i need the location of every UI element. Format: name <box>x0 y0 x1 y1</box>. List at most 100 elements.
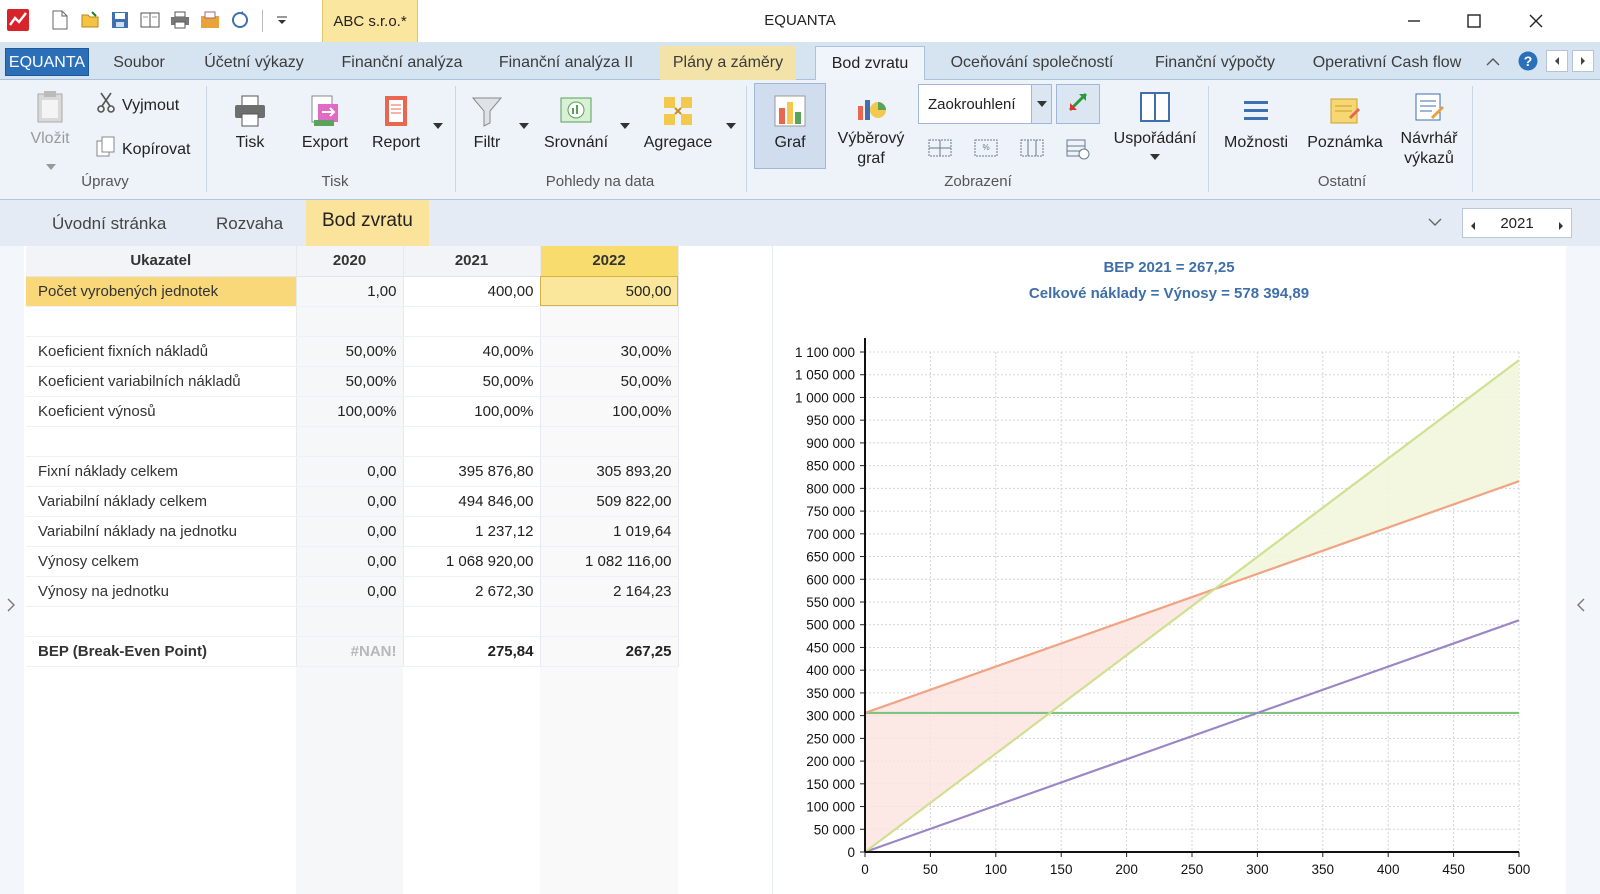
cell-value[interactable]: 100,00% <box>296 396 404 427</box>
row-label[interactable]: Variabilní náklady celkem <box>26 486 297 517</box>
cell-value[interactable]: 1 237,12 <box>403 516 541 547</box>
rounding-toggle-button[interactable] <box>1056 84 1100 124</box>
row-label[interactable]: Výnosy na jednotku <box>26 576 297 607</box>
help-icon[interactable]: ? <box>1518 51 1538 75</box>
tab-plany-a-zamery[interactable]: Plány a záměry <box>660 46 796 80</box>
header-2020[interactable]: 2020 <box>296 246 404 277</box>
cell-value[interactable]: 100,00% <box>540 396 679 427</box>
report-button[interactable]: Report <box>368 94 424 153</box>
cell-value[interactable]: 2 672,30 <box>403 576 541 607</box>
note-button[interactable]: Poznámka <box>1304 94 1386 153</box>
row-label[interactable]: Koeficient výnosů <box>26 396 297 427</box>
cell-value[interactable] <box>540 306 679 337</box>
table-row[interactable]: Variabilní náklady na jednotku 0,00 1 237,… <box>26 516 679 547</box>
rounding-dropdown[interactable] <box>1031 85 1051 123</box>
row-label[interactable]: Fixní náklady celkem <box>26 456 297 487</box>
cell-value[interactable]: 0,00 <box>296 516 404 547</box>
aggregate-button[interactable]: Agregace <box>640 94 716 153</box>
selective-chart-button[interactable]: Výběrový graf <box>836 90 906 169</box>
table-row[interactable] <box>26 606 679 637</box>
cell-value[interactable]: 1 019,64 <box>540 516 679 547</box>
cell-value[interactable]: 30,00% <box>540 336 679 367</box>
cell-value[interactable]: 1,00 <box>296 276 404 307</box>
row-label[interactable]: Koeficient variabilních nákladů <box>26 366 297 397</box>
cell-value[interactable]: 50,00% <box>540 366 679 397</box>
cell-value[interactable]: 50,00% <box>296 336 404 367</box>
tab-rozvaha[interactable]: Rozvaha <box>216 214 283 234</box>
table-row[interactable]: Koeficient variabilních nákladů 50,00% 50,… <box>26 366 679 397</box>
table-row[interactable]: Fixní náklady celkem 0,00 395 876,80 305 89… <box>26 456 679 487</box>
print-icon[interactable] <box>168 8 192 32</box>
export-icon[interactable] <box>198 8 222 32</box>
maximize-button[interactable] <box>1443 0 1505 42</box>
tab-financni-analyza[interactable]: Finanční analýza <box>330 46 474 80</box>
save-icon[interactable] <box>108 8 132 32</box>
cell-value[interactable]: 267,25 <box>540 636 679 667</box>
cell-value[interactable] <box>403 306 541 337</box>
table-row[interactable] <box>26 306 679 337</box>
cell-value[interactable] <box>296 306 404 337</box>
print-button[interactable]: Tisk <box>226 94 274 153</box>
report-dropdown-icon[interactable] <box>433 123 443 129</box>
cell-value[interactable]: 2 164,23 <box>540 576 679 607</box>
cell-value[interactable]: 0,00 <box>296 576 404 607</box>
tab-uvodni-stranka[interactable]: Úvodní stránka <box>52 214 166 234</box>
row-label[interactable]: Variabilní náklady na jednotku <box>26 516 297 547</box>
cell-value[interactable]: 100,00% <box>403 396 541 427</box>
view-grid-3-icon[interactable] <box>1020 138 1044 162</box>
new-file-icon[interactable] <box>48 8 72 32</box>
tab-scroll-left-icon[interactable] <box>1546 50 1568 72</box>
cell-value[interactable]: 500,00 <box>540 276 679 307</box>
cell-value[interactable]: 50,00% <box>296 366 404 397</box>
chart-button[interactable]: Graf <box>754 83 826 169</box>
tab-financni-analyza-ii[interactable]: Finanční analýza II <box>486 46 646 80</box>
app-logo-icon[interactable] <box>6 8 30 32</box>
cell-value[interactable] <box>403 606 541 637</box>
tab-financni-vypocty[interactable]: Finanční výpočty <box>1140 46 1290 80</box>
row-label[interactable] <box>26 306 297 337</box>
tab-ucetni-vykazy[interactable]: Účetní výkazy <box>190 46 318 80</box>
export-button[interactable]: Export <box>298 94 352 153</box>
compare-button[interactable]: Srovnání <box>540 94 612 153</box>
cell-value[interactable] <box>540 426 679 457</box>
view-grid-4-icon[interactable] <box>1066 138 1090 164</box>
aggregate-dropdown-icon[interactable] <box>726 123 736 129</box>
row-label[interactable]: Koeficient fixních nákladů <box>26 336 297 367</box>
year-next-icon[interactable] <box>1557 218 1565 235</box>
chevron-down-icon[interactable] <box>1428 214 1442 231</box>
table-row[interactable]: Výnosy celkem 0,00 1 068 920,00 1 082 116,0… <box>26 546 679 577</box>
paste-button[interactable]: Vložit <box>26 90 74 170</box>
left-collapse-strip[interactable] <box>0 246 24 894</box>
cut-button[interactable]: Vyjmout <box>96 92 179 119</box>
total-costs-line[interactable] <box>864 480 1520 714</box>
cell-value[interactable] <box>296 426 404 457</box>
cell-value[interactable]: 509 822,00 <box>540 486 679 517</box>
qat-customize-icon[interactable] <box>270 8 294 32</box>
tab-operativni-cash-flow[interactable]: Operativní Cash flow <box>1302 46 1472 80</box>
tab-soubor[interactable]: Soubor <box>100 46 178 80</box>
cell-value[interactable]: 400,00 <box>403 276 541 307</box>
tab-equanta[interactable]: EQUANTA <box>5 48 89 76</box>
row-label[interactable]: Výnosy celkem <box>26 546 297 577</box>
view-grid-1-icon[interactable] <box>928 138 952 162</box>
book-icon[interactable] <box>138 8 162 32</box>
chevron-left-icon[interactable] <box>1576 598 1586 616</box>
cell-value[interactable]: 0,00 <box>296 546 404 577</box>
cell-value[interactable]: 0,00 <box>296 486 404 517</box>
cell-value[interactable]: 50,00% <box>403 366 541 397</box>
minimize-button[interactable] <box>1383 0 1445 42</box>
table-row[interactable]: Počet vyrobených jednotek 1,00 400,00 500,0… <box>26 276 679 307</box>
filter-button[interactable]: Filtr <box>464 94 510 153</box>
tab-bod-zvratu[interactable]: Bod zvratu <box>815 46 925 81</box>
arrange-button[interactable]: Uspořádání <box>1112 90 1198 160</box>
cell-value[interactable]: 40,00% <box>403 336 541 367</box>
cell-value[interactable]: 1 082 116,00 <box>540 546 679 577</box>
cell-value[interactable]: #NAN! <box>296 636 404 667</box>
chevron-right-icon[interactable] <box>6 598 16 616</box>
table-row[interactable]: BEP (Break-Even Point) #NAN! 275,84 267,25 <box>26 636 679 667</box>
cell-value[interactable]: 0,00 <box>296 456 404 487</box>
header-ukazatel[interactable]: Ukazatel <box>26 246 297 277</box>
cell-value[interactable]: 494 846,00 <box>403 486 541 517</box>
cell-value[interactable] <box>540 606 679 637</box>
document-tab[interactable]: ABC s.r.o.* <box>322 0 418 42</box>
